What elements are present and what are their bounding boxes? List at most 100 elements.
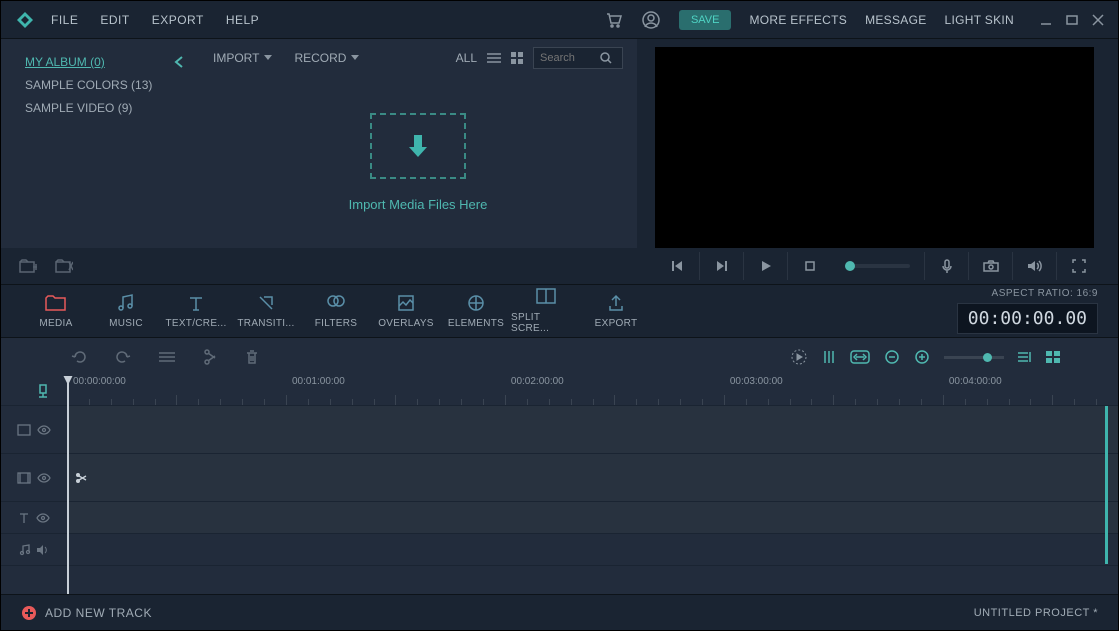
menu-file[interactable]: FILE: [51, 13, 78, 27]
library-toolbar: IMPORT RECORD ALL: [199, 39, 637, 77]
volume-icon[interactable]: [1012, 252, 1056, 280]
drop-text: Import Media Files Here: [349, 197, 488, 212]
next-frame-icon[interactable]: [699, 252, 743, 280]
elements-icon: [467, 294, 485, 312]
sidebar-item-my-album[interactable]: MY ALBUM (0): [25, 55, 189, 69]
cart-icon[interactable]: [605, 11, 623, 29]
menu-export[interactable]: EXPORT: [152, 13, 204, 27]
record-dropdown[interactable]: RECORD: [294, 51, 359, 65]
export-icon: [608, 294, 624, 312]
play-icon[interactable]: [743, 252, 787, 280]
sidebar-item-sample-video[interactable]: SAMPLE VIDEO (9): [25, 101, 189, 115]
track-size-icon[interactable]: [1018, 351, 1032, 363]
render-icon[interactable]: [790, 348, 808, 366]
end-marker[interactable]: [1105, 406, 1108, 564]
maximize-icon[interactable]: [1066, 14, 1078, 26]
scissors-icon: [75, 472, 87, 484]
sidebar-item-sample-colors[interactable]: SAMPLE COLORS (13): [25, 78, 189, 92]
track-body[interactable]: [67, 454, 1118, 501]
library-panel: MY ALBUM (0) SAMPLE COLORS (13) SAMPLE V…: [1, 39, 637, 284]
zoom-slider[interactable]: [944, 356, 1004, 359]
download-arrow-icon: [370, 113, 466, 179]
zoom-fit-icon[interactable]: [850, 350, 870, 364]
tab-strip: MEDIA MUSIC TEXT/CRE... TRANSITI... FILT…: [1, 284, 1118, 338]
track-body[interactable]: [67, 502, 1118, 533]
filters-icon: [326, 294, 346, 312]
eye-icon[interactable]: [37, 425, 51, 435]
preview-progress[interactable]: [845, 264, 910, 268]
light-skin-link[interactable]: LIGHT SKIN: [945, 13, 1014, 27]
tab-filters[interactable]: FILTERS: [301, 294, 371, 329]
transition-icon: [257, 294, 275, 312]
edit-toolbar: [1, 338, 1118, 376]
minimize-icon[interactable]: [1040, 14, 1052, 26]
more-effects-link[interactable]: MORE EFFECTS: [749, 13, 847, 27]
import-drop-area[interactable]: Import Media Files Here: [199, 77, 637, 248]
list-view-icon[interactable]: [487, 52, 501, 64]
menu-help[interactable]: HELP: [226, 13, 259, 27]
tab-transitions[interactable]: TRANSITI...: [231, 294, 301, 329]
import-dropdown[interactable]: IMPORT: [213, 51, 272, 65]
undo-icon[interactable]: [71, 349, 87, 365]
audio-mixer-icon[interactable]: [822, 349, 836, 365]
timecode-display: 00:00:00.00: [957, 303, 1098, 334]
track-body[interactable]: [67, 406, 1118, 453]
library-sidebar: MY ALBUM (0) SAMPLE COLORS (13) SAMPLE V…: [1, 39, 199, 248]
search-field[interactable]: [540, 52, 600, 64]
prev-frame-icon[interactable]: [655, 252, 699, 280]
track-video-main: [1, 454, 1118, 502]
track-audio: [1, 534, 1118, 566]
split-icon[interactable]: [203, 349, 217, 365]
filter-all[interactable]: ALL: [456, 51, 477, 65]
back-arrow-icon[interactable]: [173, 55, 187, 69]
grid-view-icon[interactable]: [511, 52, 523, 64]
timeline: 00:00:00:0000:01:00:0000:02:00:0000:03:0…: [1, 376, 1118, 594]
redo-icon[interactable]: [115, 349, 131, 365]
tab-split-screen[interactable]: SPLIT SCRE...: [511, 288, 581, 334]
overlays-icon: [397, 294, 415, 312]
tab-elements[interactable]: ELEMENTS: [441, 294, 511, 329]
app-logo-icon: [15, 10, 35, 30]
titlebar: FILE EDIT EXPORT HELP SAVE MORE EFFECTS …: [1, 1, 1118, 39]
project-name: UNTITLED PROJECT *: [974, 607, 1098, 619]
playhead[interactable]: [67, 376, 69, 594]
new-folder-icon[interactable]: [19, 259, 37, 273]
zoom-out-icon[interactable]: [884, 349, 900, 365]
stop-icon[interactable]: [787, 252, 831, 280]
tab-text[interactable]: TEXT/CRE...: [161, 294, 231, 329]
delete-icon[interactable]: [245, 349, 259, 365]
tab-media[interactable]: MEDIA: [21, 294, 91, 329]
search-input[interactable]: [533, 47, 623, 69]
tab-export[interactable]: EXPORT: [581, 294, 651, 329]
tab-overlays[interactable]: OVERLAYS: [371, 294, 441, 329]
menu-edit[interactable]: EDIT: [100, 13, 129, 27]
preview-panel: [637, 39, 1118, 284]
zoom-in-icon[interactable]: [914, 349, 930, 365]
aspect-ratio-label: ASPECT RATIO: 16:9: [992, 288, 1098, 299]
message-link[interactable]: MESSAGE: [865, 13, 926, 27]
fullscreen-icon[interactable]: [1056, 252, 1100, 280]
library-bottom-bar: [1, 248, 637, 284]
preview-video: [655, 47, 1094, 248]
text-icon: [187, 294, 205, 312]
plus-circle-icon: [21, 605, 37, 621]
track-body[interactable]: [67, 534, 1118, 565]
voiceover-icon[interactable]: [924, 252, 968, 280]
add-new-track-button[interactable]: ADD NEW TRACK: [21, 605, 152, 621]
preview-controls: [637, 248, 1118, 284]
split-screen-icon: [536, 288, 556, 306]
save-button[interactable]: SAVE: [679, 10, 732, 30]
account-icon[interactable]: [641, 10, 661, 30]
edit-properties-icon[interactable]: [159, 350, 175, 364]
track-options-icon[interactable]: [1046, 351, 1060, 363]
close-icon[interactable]: [1092, 14, 1104, 26]
eye-icon[interactable]: [36, 513, 50, 523]
tab-music[interactable]: MUSIC: [91, 294, 161, 329]
timeline-ruler[interactable]: 00:00:00:0000:01:00:0000:02:00:0000:03:0…: [1, 376, 1118, 406]
eye-icon[interactable]: [37, 473, 51, 483]
delete-folder-icon[interactable]: [55, 259, 73, 273]
footer: ADD NEW TRACK UNTITLED PROJECT *: [1, 594, 1118, 630]
track-text: [1, 502, 1118, 534]
speaker-icon[interactable]: [37, 545, 49, 555]
snapshot-icon[interactable]: [968, 252, 1012, 280]
